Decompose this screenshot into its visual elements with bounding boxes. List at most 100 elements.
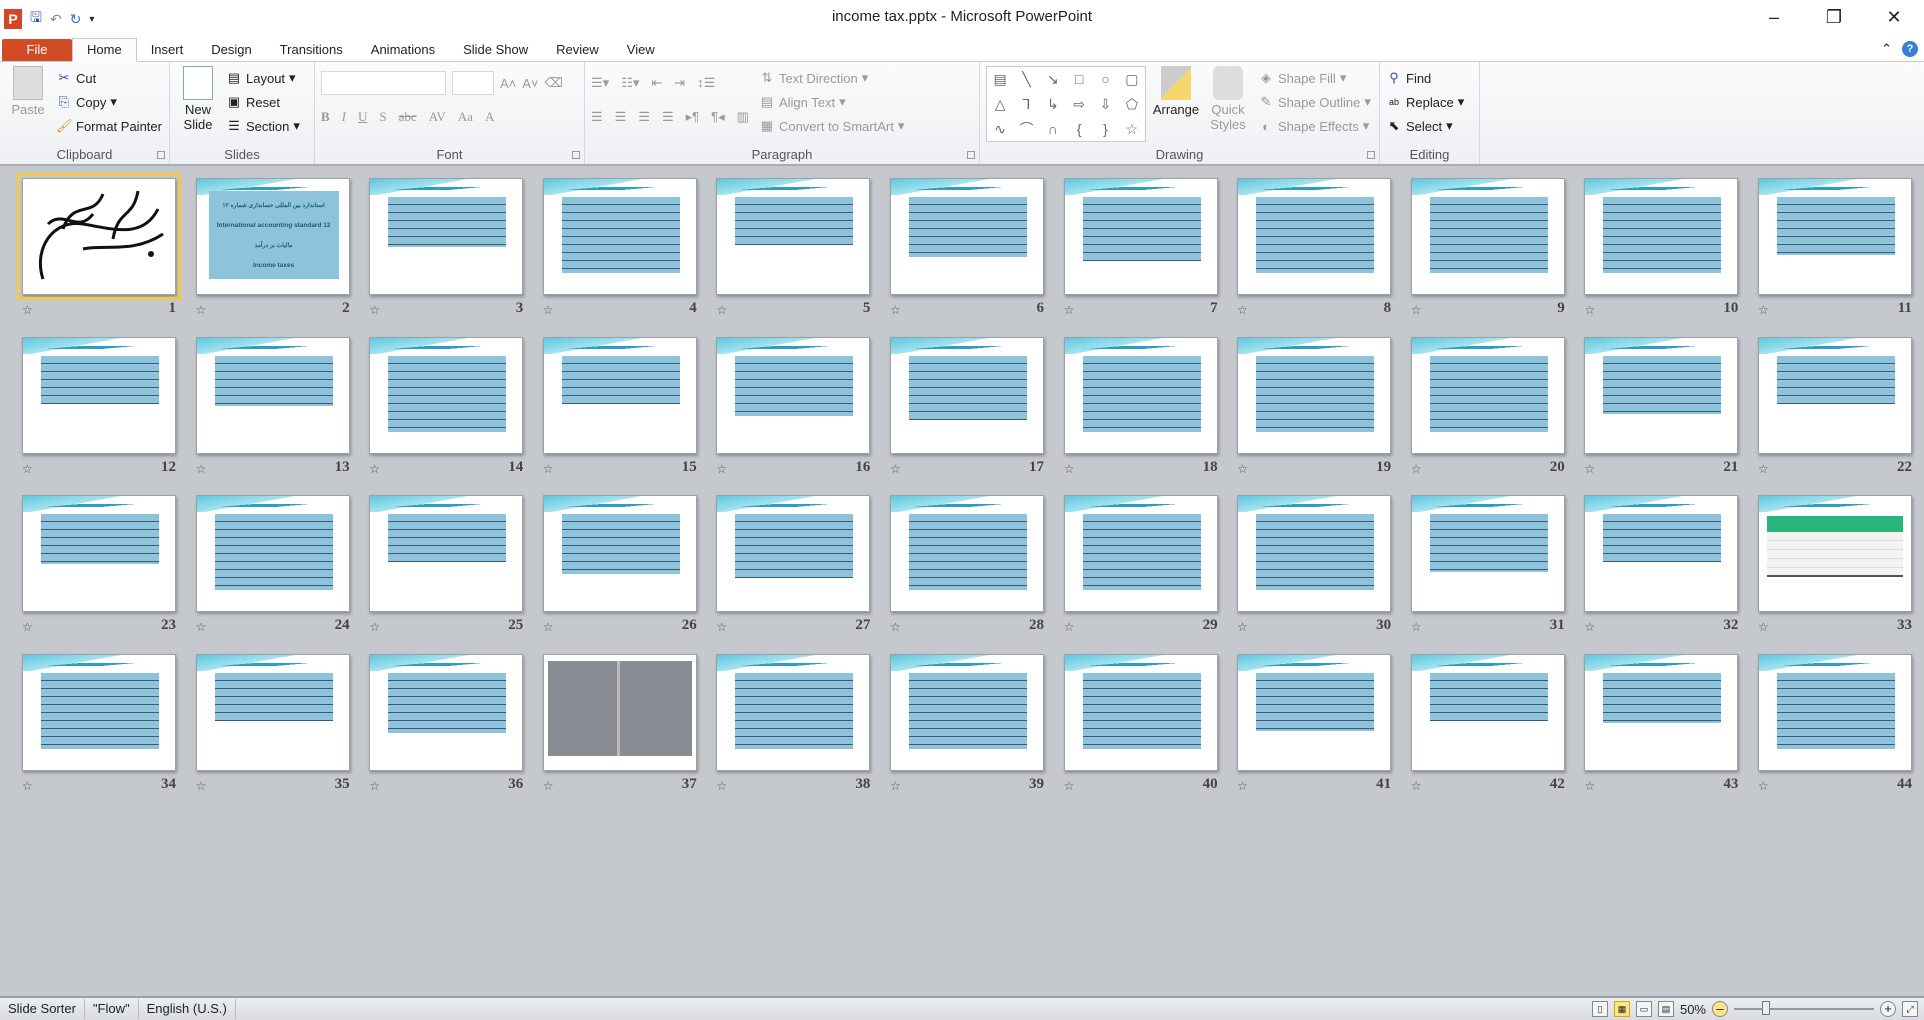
- animation-star-icon[interactable]: ☆: [1411, 462, 1422, 476]
- slide-thumbnail-21[interactable]: ☆ 21: [1584, 336, 1739, 496]
- animation-star-icon[interactable]: ☆: [22, 462, 33, 476]
- slide-preview[interactable]: [1237, 336, 1392, 454]
- slide-preview[interactable]: [1757, 495, 1912, 613]
- animation-star-icon[interactable]: ☆: [1411, 620, 1422, 634]
- slide-preview[interactable]: [195, 653, 350, 771]
- grow-font-icon[interactable]: A˄: [500, 76, 516, 91]
- tab-home[interactable]: Home: [72, 38, 137, 62]
- zoom-in-button[interactable]: +: [1880, 1001, 1896, 1017]
- close-button[interactable]: ✕: [1864, 0, 1924, 34]
- slide-preview[interactable]: [1410, 336, 1565, 454]
- select-button[interactable]: ⬉ Select ▾: [1386, 114, 1473, 138]
- slide-thumbnail-22[interactable]: ☆ 22: [1757, 336, 1912, 496]
- animation-star-icon[interactable]: ☆: [1237, 303, 1248, 317]
- animation-star-icon[interactable]: ☆: [1584, 620, 1595, 634]
- fit-to-window-button[interactable]: ⤢: [1902, 1001, 1918, 1017]
- slide-preview[interactable]: [542, 653, 697, 771]
- tab-insert[interactable]: Insert: [137, 39, 198, 61]
- slide-thumbnail-34[interactable]: ☆ 34: [22, 653, 176, 813]
- format-painter-button[interactable]: 🖌 Format Painter: [56, 114, 162, 138]
- shrink-font-icon[interactable]: A˅: [522, 76, 538, 91]
- tab-transitions[interactable]: Transitions: [266, 39, 357, 61]
- rtl-icon[interactable]: ¶◂: [711, 109, 725, 125]
- change-case-icon[interactable]: Aa: [458, 109, 473, 125]
- drawing-launcher[interactable]: [1367, 151, 1375, 159]
- arrange-button[interactable]: Arrange: [1153, 66, 1199, 160]
- strikethrough-icon[interactable]: abc: [399, 109, 417, 125]
- justify-icon[interactable]: ☰: [662, 109, 674, 125]
- slide-thumbnail-19[interactable]: ☆ 19: [1237, 336, 1392, 496]
- slide-sorter[interactable]: ☆ 1 استاندارد بین المللی حسابداری شماره ۱۲…: [0, 166, 1924, 996]
- minimize-ribbon-icon[interactable]: ⌃: [1881, 41, 1892, 57]
- animation-star-icon[interactable]: ☆: [1064, 462, 1075, 476]
- paragraph-launcher[interactable]: [967, 151, 975, 159]
- font-color-icon[interactable]: A: [485, 109, 494, 125]
- slide-thumbnail-44[interactable]: ☆ 44: [1757, 653, 1912, 813]
- decrease-indent-icon[interactable]: ⇤: [651, 75, 662, 91]
- slide-preview[interactable]: [1757, 178, 1912, 295]
- shape-outline-button[interactable]: ✎ Shape Outline ▾: [1258, 90, 1371, 114]
- line-spacing-icon[interactable]: ↕☰: [697, 75, 715, 91]
- animation-star-icon[interactable]: ☆: [1758, 779, 1769, 793]
- center-icon[interactable]: ☰: [615, 109, 627, 125]
- slide-preview[interactable]: [889, 178, 1044, 295]
- slide-thumbnail-37[interactable]: ☆ 37: [542, 653, 697, 813]
- slide-preview[interactable]: [716, 178, 871, 295]
- animation-star-icon[interactable]: ☆: [196, 303, 207, 317]
- animation-star-icon[interactable]: ☆: [890, 303, 901, 317]
- slide-thumbnail-43[interactable]: ☆ 43: [1584, 653, 1739, 813]
- slide-preview[interactable]: [22, 336, 176, 454]
- layout-button[interactable]: ▤ Layout ▾: [226, 66, 300, 90]
- slide-preview[interactable]: [1410, 653, 1565, 771]
- slide-preview[interactable]: [369, 653, 524, 771]
- slide-preview[interactable]: [1410, 495, 1565, 613]
- zoom-level[interactable]: 50%: [1680, 1002, 1706, 1017]
- slide-preview[interactable]: [1584, 495, 1739, 613]
- slide-preview[interactable]: [1757, 336, 1912, 454]
- tab-animations[interactable]: Animations: [357, 39, 449, 61]
- slide-thumbnail-13[interactable]: ☆ 13: [195, 336, 350, 496]
- slide-thumbnail-23[interactable]: ☆ 23: [22, 495, 176, 654]
- clear-formatting-icon[interactable]: ⌫: [545, 75, 563, 91]
- slide-thumbnail-18[interactable]: ☆ 18: [1063, 336, 1218, 496]
- align-right-icon[interactable]: ☰: [638, 109, 650, 125]
- restore-button[interactable]: ❐: [1804, 0, 1864, 34]
- slide-thumbnail-8[interactable]: ☆ 8: [1237, 178, 1392, 337]
- slide-preview[interactable]: [889, 653, 1044, 771]
- slide-preview[interactable]: [1063, 336, 1218, 454]
- slide-preview[interactable]: [1237, 495, 1392, 613]
- bold-icon[interactable]: B: [321, 109, 330, 125]
- slide-preview[interactable]: [716, 495, 871, 613]
- slide-thumbnail-2[interactable]: استاندارد بین المللی حسابداری شماره ۱۲ In…: [195, 178, 350, 337]
- slide-thumbnail-32[interactable]: ☆ 32: [1584, 495, 1739, 654]
- shapes-gallery[interactable]: ▤ ╲ ↘ □ ○ ▢ △ ⅂ ↳ ⇨ ⇩ ⬠ ∿ ⌒ ∩{} ☆: [986, 66, 1146, 142]
- theme-name[interactable]: "Flow": [85, 999, 139, 1019]
- reading-view-button[interactable]: ▭: [1635, 1001, 1652, 1017]
- quick-styles-button[interactable]: Quick Styles: [1206, 66, 1250, 160]
- slide-preview[interactable]: [369, 178, 524, 295]
- slide-preview[interactable]: [542, 336, 697, 454]
- customize-toolbar-icon[interactable]: ▾: [89, 14, 94, 25]
- slide-thumbnail-33[interactable]: ☆ 33: [1757, 495, 1912, 654]
- slide-thumbnail-16[interactable]: ☆ 16: [716, 336, 871, 496]
- slide-thumbnail-3[interactable]: ☆ 3: [369, 178, 524, 337]
- slide-preview[interactable]: [1063, 495, 1218, 613]
- slide-thumbnail-9[interactable]: ☆ 9: [1410, 178, 1565, 337]
- text-direction-button[interactable]: ⇅ Text Direction ▾: [759, 66, 904, 90]
- shape-fill-button[interactable]: ◈ Shape Fill ▾: [1258, 66, 1371, 90]
- slide-thumbnail-36[interactable]: ☆ 36: [369, 653, 524, 813]
- animation-star-icon[interactable]: ☆: [890, 779, 901, 793]
- slide-preview[interactable]: [1584, 653, 1739, 771]
- animation-star-icon[interactable]: ☆: [543, 779, 554, 793]
- slide-thumbnail-31[interactable]: ☆ 31: [1410, 495, 1565, 654]
- animation-star-icon[interactable]: ☆: [369, 303, 380, 317]
- increase-indent-icon[interactable]: ⇥: [674, 75, 685, 91]
- animation-star-icon[interactable]: ☆: [369, 779, 380, 793]
- align-text-button[interactable]: ▤ Align Text ▾: [759, 90, 904, 114]
- slide-preview[interactable]: [1757, 653, 1912, 771]
- slide-preview[interactable]: [1584, 178, 1739, 295]
- normal-view-button[interactable]: ▯: [1591, 1001, 1608, 1017]
- slide-preview[interactable]: [716, 336, 871, 454]
- ltr-icon[interactable]: ▸¶: [686, 109, 700, 125]
- copy-button[interactable]: ⎘ Copy ▾: [56, 90, 162, 114]
